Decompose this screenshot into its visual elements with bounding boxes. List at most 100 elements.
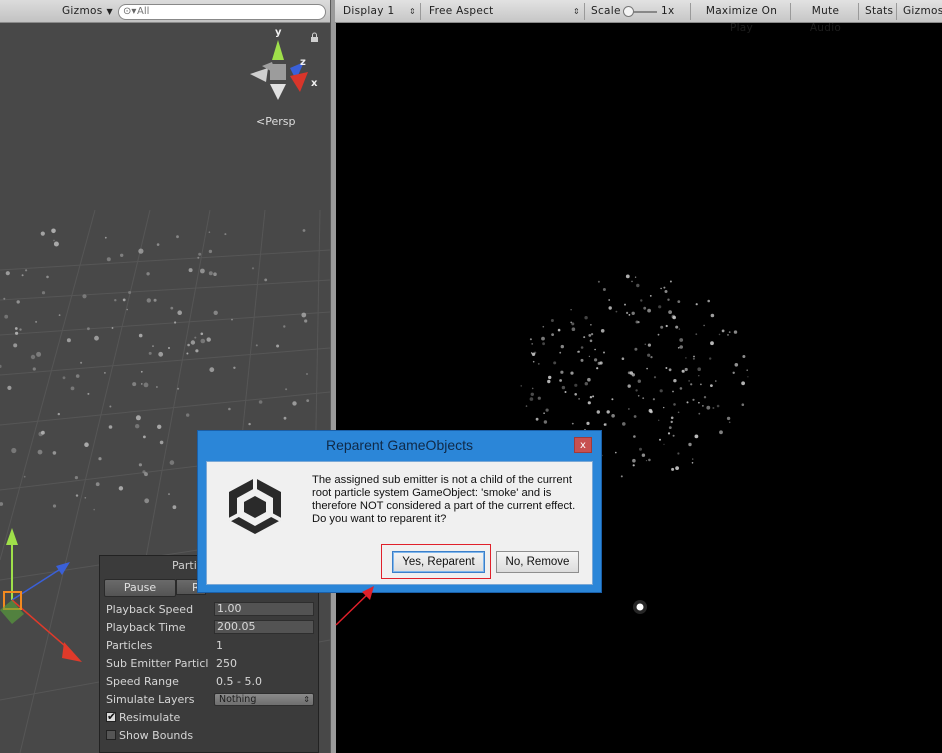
game-particle bbox=[669, 280, 672, 283]
game-particle bbox=[673, 379, 677, 383]
scene-particle bbox=[104, 372, 106, 374]
aspect-dropdown[interactable]: Free Aspect ⇕ bbox=[425, 3, 585, 20]
scene-particle bbox=[143, 382, 149, 388]
game-particle bbox=[632, 464, 635, 467]
scene-particle bbox=[70, 386, 75, 391]
scene-particle bbox=[118, 486, 124, 491]
game-particle bbox=[688, 442, 692, 447]
game-particle bbox=[716, 404, 720, 408]
scene-particle bbox=[159, 440, 164, 445]
game-particle bbox=[649, 295, 652, 297]
game-particle bbox=[647, 353, 651, 357]
resimulate-checkbox[interactable]: ✔ bbox=[106, 710, 116, 723]
game-particle bbox=[588, 355, 591, 358]
game-particle bbox=[564, 391, 567, 393]
game-particle bbox=[688, 380, 690, 382]
property-label: Speed Range bbox=[106, 675, 179, 688]
game-particle bbox=[537, 363, 540, 365]
scene-gizmos-dropdown[interactable]: Gizmos ▼ bbox=[58, 3, 117, 19]
game-particle bbox=[634, 347, 638, 351]
game-particle bbox=[596, 410, 600, 414]
scene-particle bbox=[57, 412, 60, 416]
scene-particle bbox=[40, 231, 45, 236]
game-particle bbox=[678, 328, 681, 330]
game-particle bbox=[695, 303, 698, 306]
game-particle bbox=[627, 371, 631, 375]
game-particle bbox=[665, 367, 668, 369]
maximize-on-play-button[interactable]: Maximize On Play bbox=[693, 3, 791, 34]
scene-particle bbox=[46, 275, 49, 279]
scene-particle bbox=[74, 476, 78, 480]
game-particle bbox=[545, 408, 549, 412]
game-particle bbox=[660, 287, 662, 290]
property-playback-speed: Playback Speed 1.00 bbox=[106, 601, 316, 619]
show-bounds-checkbox[interactable] bbox=[106, 730, 116, 740]
scene-particle bbox=[4, 314, 9, 319]
close-button[interactable]: x bbox=[574, 437, 592, 453]
scene-search-input[interactable] bbox=[137, 5, 317, 18]
stats-button[interactable]: Stats bbox=[861, 3, 897, 20]
game-particle bbox=[679, 338, 684, 342]
game-particle bbox=[628, 408, 630, 410]
property-simulate-layers: Simulate Layers Nothing ⇕ bbox=[106, 691, 316, 709]
scene-particle bbox=[122, 298, 126, 302]
simulate-layers-dropdown[interactable]: Nothing ⇕ bbox=[214, 693, 314, 706]
lock-icon[interactable] bbox=[311, 32, 318, 42]
scene-particle bbox=[306, 399, 310, 402]
game-particle bbox=[698, 412, 701, 415]
no-remove-button[interactable]: No, Remove bbox=[496, 551, 579, 573]
scene-particle bbox=[111, 327, 114, 329]
resimulate-toggle[interactable]: ✔ Resimulate bbox=[106, 709, 316, 727]
game-particle bbox=[640, 299, 643, 302]
game-particle bbox=[675, 325, 679, 329]
scene-particle bbox=[194, 336, 197, 339]
scene-particle bbox=[186, 352, 189, 355]
game-particle bbox=[660, 325, 664, 329]
scene-particle bbox=[197, 256, 200, 259]
scale-slider-knob[interactable] bbox=[623, 6, 634, 17]
game-particle bbox=[641, 453, 646, 457]
display-dropdown[interactable]: Display 1 ⇕ bbox=[339, 3, 421, 20]
game-particle bbox=[664, 290, 668, 293]
move-gizmo-icon[interactable] bbox=[0, 528, 82, 662]
show-bounds-toggle[interactable]: Show Bounds bbox=[106, 727, 316, 745]
yes-reparent-button[interactable]: Yes, Reparent bbox=[392, 551, 485, 573]
scene-particle bbox=[142, 470, 146, 474]
game-gizmos-button[interactable]: Gizmos bbox=[899, 3, 942, 20]
game-particle bbox=[734, 363, 739, 367]
scene-particle bbox=[258, 400, 263, 404]
playback-time-field[interactable]: 200.05 bbox=[214, 620, 314, 634]
scene-particle bbox=[208, 231, 211, 233]
game-particle bbox=[571, 422, 574, 425]
scene-particle bbox=[187, 343, 190, 347]
game-particle bbox=[693, 355, 695, 358]
game-particle bbox=[597, 280, 600, 283]
game-particle bbox=[652, 398, 655, 401]
game-particle bbox=[645, 460, 648, 462]
game-particle bbox=[741, 381, 745, 386]
playback-speed-field[interactable]: 1.00 bbox=[214, 602, 314, 616]
scene-particle bbox=[157, 424, 162, 429]
scene-particle bbox=[21, 274, 24, 277]
scene-particle bbox=[0, 502, 4, 506]
orientation-gizmo-icon[interactable] bbox=[250, 40, 308, 100]
message-line: The assigned sub emitter is not a child … bbox=[312, 474, 572, 486]
simulate-layers-value: Nothing bbox=[219, 694, 257, 705]
projection-toggle[interactable]: <Persp bbox=[256, 115, 295, 128]
game-particle bbox=[625, 274, 630, 279]
game-particle bbox=[631, 373, 635, 377]
scene-view[interactable]: y z x <Persp Gizmos▼ ⊙▾ Parti Pause R Pl… bbox=[0, 0, 330, 753]
game-particle bbox=[580, 358, 584, 362]
scene-particle bbox=[53, 239, 55, 242]
game-particle bbox=[702, 405, 704, 407]
scene-search-box[interactable]: ⊙▾ bbox=[118, 4, 326, 20]
game-particle bbox=[642, 397, 645, 400]
game-particle bbox=[587, 377, 591, 382]
mute-audio-button[interactable]: Mute Audio bbox=[793, 3, 859, 34]
scene-particle bbox=[206, 337, 211, 342]
game-particle bbox=[531, 343, 534, 345]
pause-button[interactable]: Pause bbox=[104, 579, 176, 597]
game-particle bbox=[590, 324, 592, 326]
game-particle bbox=[679, 345, 683, 349]
persp-chevron-icon: < bbox=[256, 115, 266, 128]
